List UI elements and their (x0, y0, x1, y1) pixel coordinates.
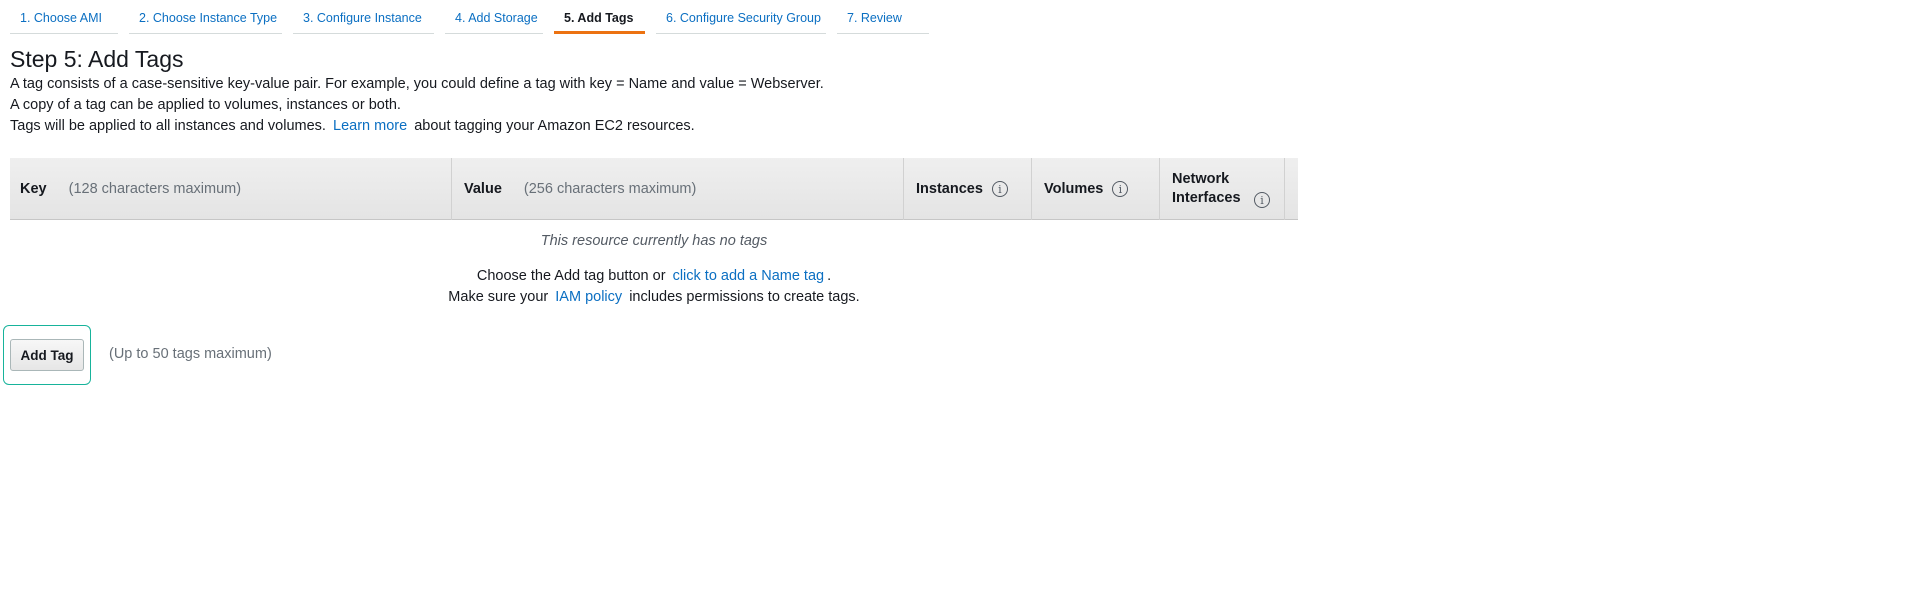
description-line-3: Tags will be applied to all instances an… (10, 118, 695, 134)
column-volumes-label: Volumes (1044, 181, 1104, 197)
add-name-tag-link[interactable]: click to add a Name tag (673, 268, 825, 284)
column-volumes: Volumes i (1032, 158, 1160, 220)
column-network-interfaces-label: Network Interfaces (1172, 171, 1241, 206)
tag-limit-note: (Up to 50 tags maximum) (109, 346, 272, 362)
tags-table-header: Key (128 characters maximum) Value (256 … (10, 158, 1298, 220)
description-line-1: A tag consists of a case-sensitive key-v… (10, 76, 824, 92)
instances-info-icon[interactable]: i (991, 181, 1008, 197)
column-key-label: Key (20, 181, 47, 197)
volumes-info-icon[interactable]: i (1112, 181, 1129, 197)
network-interfaces-info-icon[interactable]: i (1254, 192, 1270, 208)
add-tag-hint-period: . (827, 268, 832, 284)
description-line-2: A copy of a tag can be applied to volume… (10, 97, 401, 113)
wizard-steps: 1. Choose AMI 2. Choose Instance Type 3.… (10, 0, 940, 34)
column-value-label: Value (464, 181, 502, 197)
iam-policy-hint-suffix: includes permissions to create tags. (629, 289, 860, 305)
step-add-tags[interactable]: 5. Add Tags (554, 1, 645, 34)
add-tag-hint: Choose the Add tag button or click to ad… (10, 268, 1298, 284)
column-value-hint: (256 characters maximum) (523, 181, 697, 197)
description-line-3-text: Tags will be applied to all instances an… (10, 118, 326, 134)
column-instances: Instances i (904, 158, 1032, 220)
add-tag-button[interactable]: Add Tag (10, 339, 84, 371)
column-instances-label: Instances (916, 181, 983, 197)
empty-tags-message: This resource currently has no tags (540, 233, 768, 249)
page-title: Step 5: Add Tags (10, 46, 184, 72)
column-value: Value (256 characters maximum) (452, 158, 904, 220)
add-tag-hint-text: Choose the Add tag button or (476, 268, 666, 284)
iam-policy-hint: Make sure your IAM policy includes permi… (10, 289, 1298, 305)
step-add-storage[interactable]: 4. Add Storage (445, 1, 543, 34)
step-configure-instance[interactable]: 3. Configure Instance (293, 1, 434, 34)
step-configure-security-group[interactable]: 6. Configure Security Group (656, 1, 826, 34)
column-key: Key (128 characters maximum) (10, 158, 452, 220)
step-review[interactable]: 7. Review (837, 1, 929, 34)
step-choose-ami[interactable]: 1. Choose AMI (10, 1, 118, 34)
description-line-3-suffix: about tagging your Amazon EC2 resources. (414, 118, 695, 134)
column-network-interfaces: Network Interfaces i (1160, 158, 1285, 220)
learn-more-link[interactable]: Learn more (333, 118, 407, 134)
step-choose-instance-type[interactable]: 2. Choose Instance Type (129, 1, 282, 34)
column-key-hint: (128 characters maximum) (68, 181, 242, 197)
iam-policy-link[interactable]: IAM policy (555, 289, 622, 305)
iam-policy-hint-text: Make sure your (448, 289, 549, 305)
